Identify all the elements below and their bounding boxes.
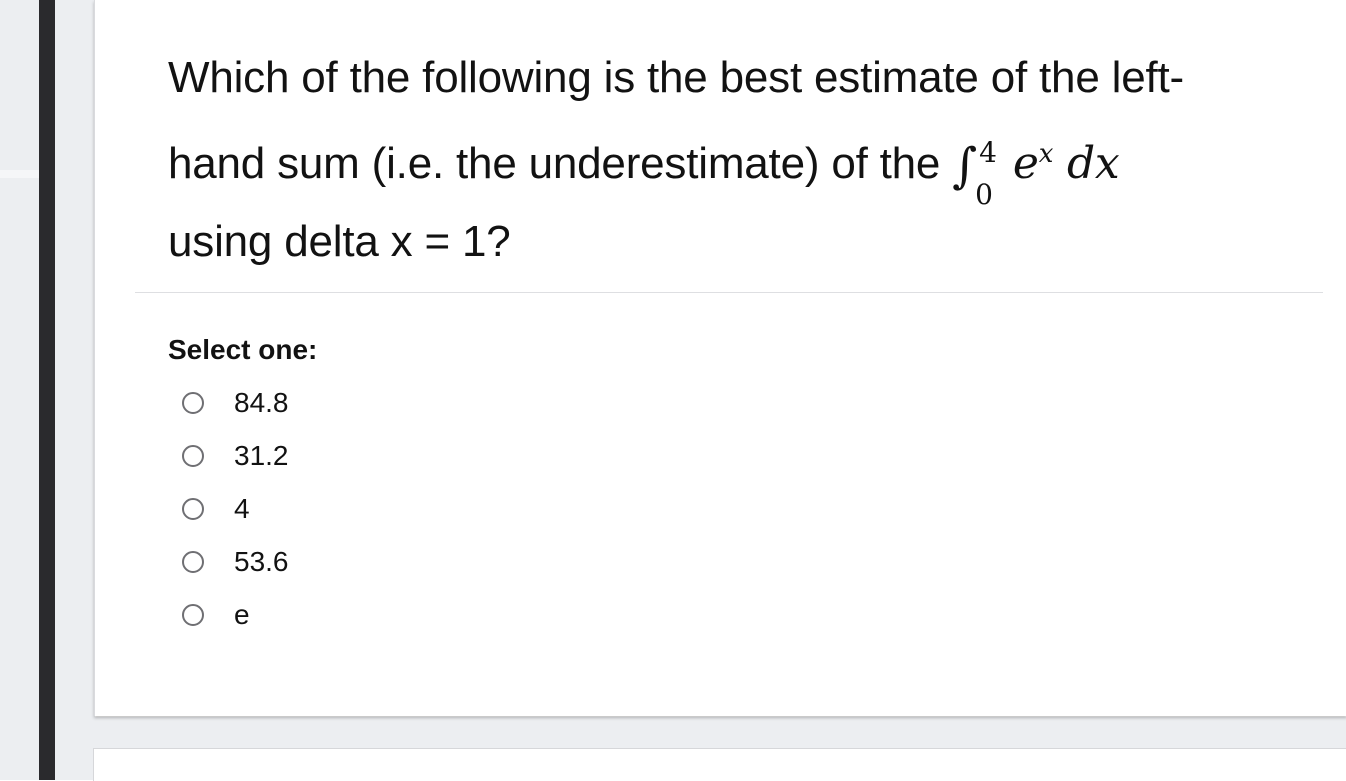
answer-options: 84.8 31.2 4 53.6 e [182,376,289,641]
section-divider [135,292,1323,293]
radio-button[interactable] [182,550,204,573]
answer-option-label[interactable]: 4 [234,493,250,525]
radio-button[interactable] [182,391,204,414]
radio-button[interactable] [182,444,204,467]
answer-option-label[interactable]: e [234,599,250,631]
page-gutter [55,0,95,780]
integral-differential: dx [1066,138,1120,189]
answer-option-3[interactable]: 4 [182,482,289,535]
question-card: Which of the following is the best estim… [94,0,1346,716]
integral-sign: ∫ [952,138,978,194]
answer-option-4[interactable]: 53.6 [182,535,289,588]
integral-lower-limit: 0 [975,177,993,211]
answer-option-label[interactable]: 31.2 [234,440,289,472]
integral-expression: ∫ 4 0 ex dx [952,136,1120,211]
question-tail: using delta x = 1? [168,217,511,266]
integral-limits: 40 [975,136,999,211]
question-text: Which of the following is the best estim… [168,40,1278,280]
next-question-card [93,748,1346,781]
left-pane [0,0,39,780]
integrand-exponent: x [1038,139,1054,169]
side-rail [39,0,55,780]
radio-button[interactable] [182,497,204,520]
answer-option-label[interactable]: 84.8 [234,387,289,419]
answer-prompt: Select one: [168,334,318,365]
answer-option-1[interactable]: 84.8 [182,376,289,429]
answer-option-label[interactable]: 53.6 [234,546,289,578]
left-pane-divider [0,170,39,178]
answer-option-2[interactable]: 31.2 [182,429,289,482]
integrand-base: e [1012,138,1039,189]
radio-button[interactable] [182,603,204,626]
answer-option-5[interactable]: e [182,588,289,641]
